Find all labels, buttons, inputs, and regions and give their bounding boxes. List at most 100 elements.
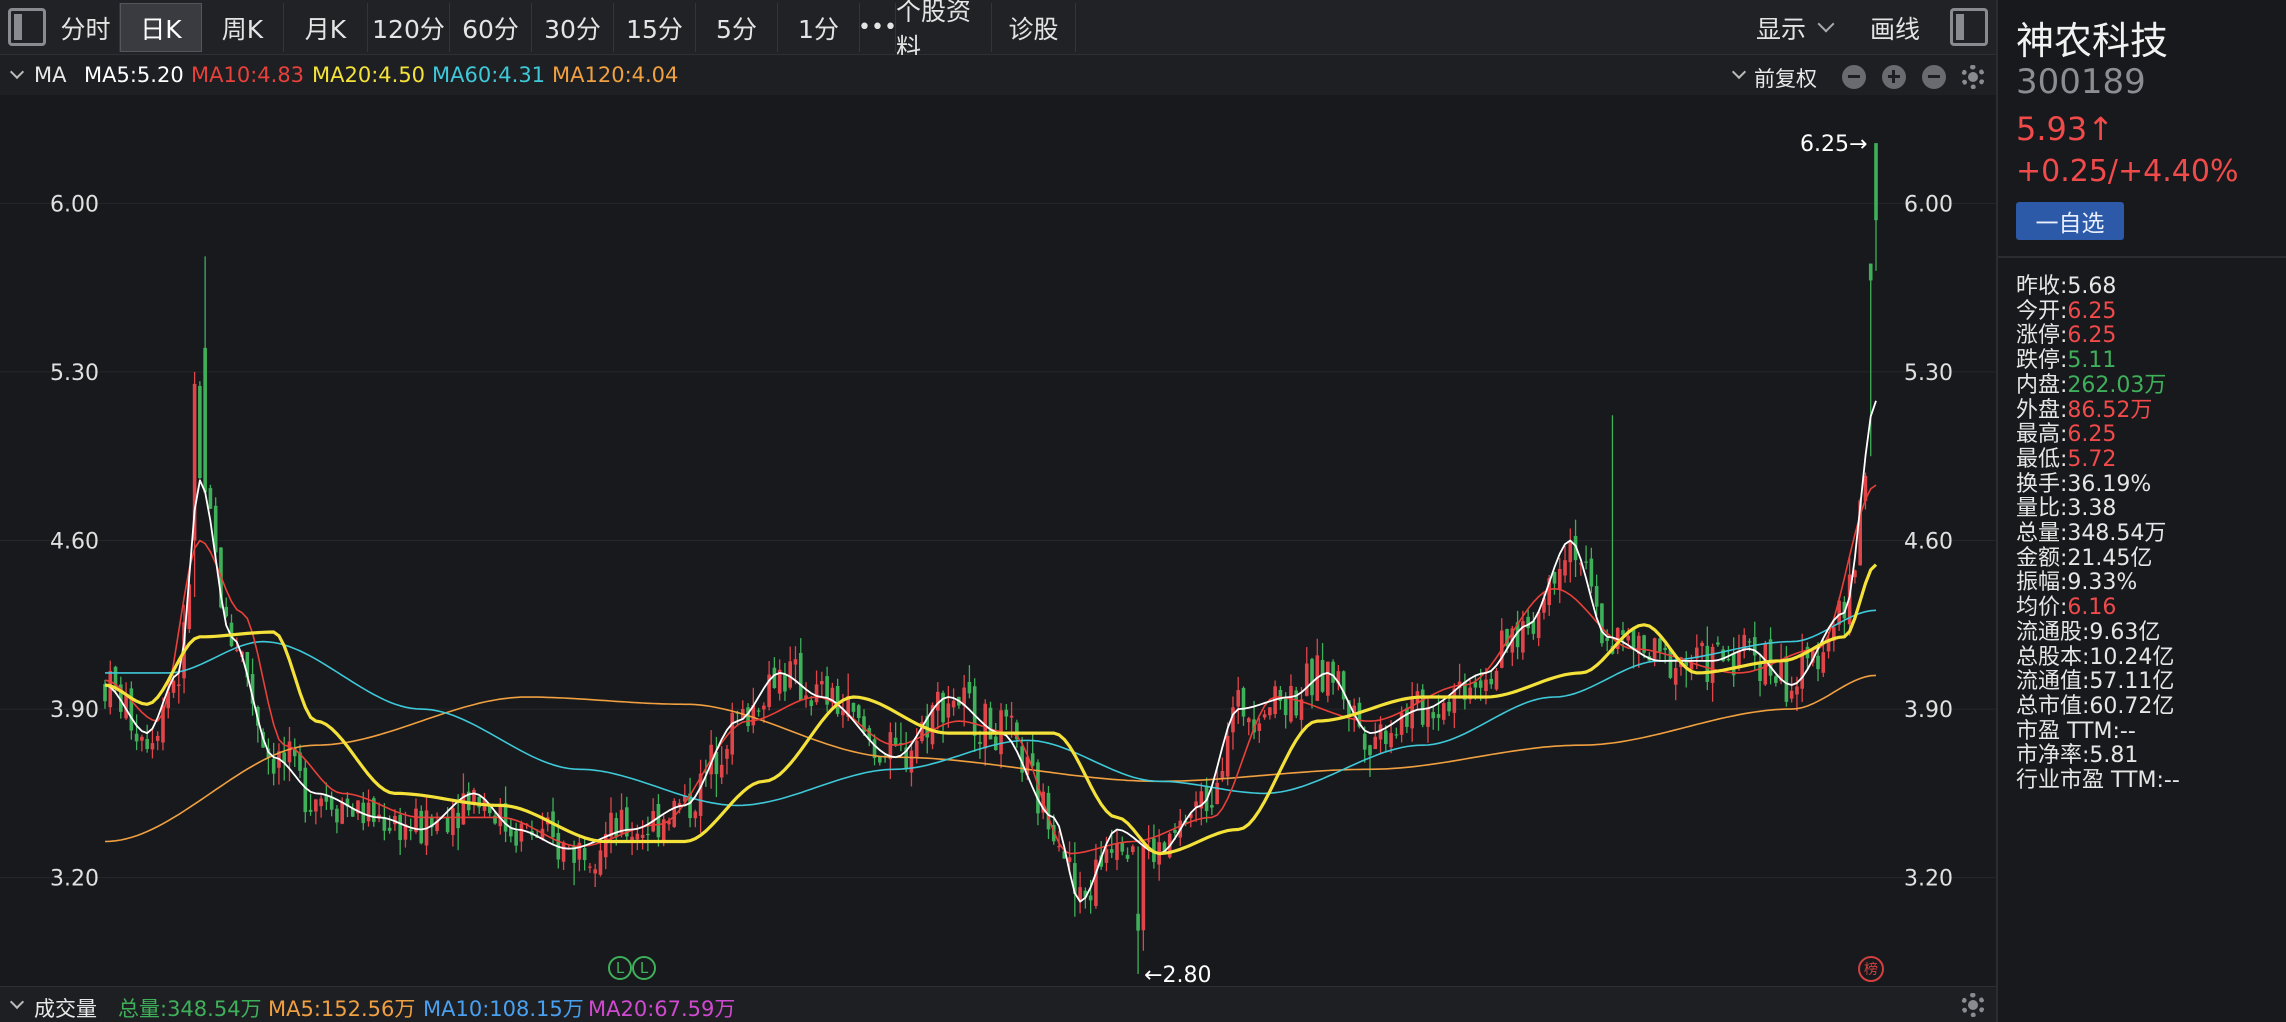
candle-body bbox=[593, 869, 597, 874]
candle-body bbox=[730, 712, 735, 755]
candle-body bbox=[946, 703, 951, 718]
tab-day-k[interactable]: 日K bbox=[120, 3, 202, 52]
candle-body bbox=[1331, 661, 1335, 683]
zoom-in-icon[interactable] bbox=[1882, 65, 1906, 89]
tab-5min[interactable]: 5分 bbox=[696, 3, 778, 52]
tab-fenshi[interactable]: 分时 bbox=[52, 3, 120, 52]
candle-body bbox=[1589, 558, 1594, 587]
candle-body bbox=[1094, 859, 1098, 906]
draw-line-button[interactable]: 画线 bbox=[1870, 3, 1920, 52]
display-dropdown[interactable]: 显示 bbox=[1756, 3, 1835, 52]
volume-total: 总量:348.54万 bbox=[118, 997, 262, 1021]
stat-row: 行业市盈 TTM:-- bbox=[2016, 762, 2180, 794]
candle-body bbox=[198, 385, 202, 479]
kline-chart[interactable]: 6.00 5.30 4.60 3.90 3.20 6.00 5.30 4.60 3.90 3.2… bbox=[0, 95, 1996, 986]
candle-body bbox=[1283, 698, 1288, 716]
candle-body bbox=[1784, 656, 1789, 702]
tab-120min[interactable]: 120分 bbox=[368, 3, 450, 52]
candle-body bbox=[1763, 643, 1768, 685]
candle-body bbox=[762, 705, 766, 710]
candle-body bbox=[1262, 714, 1267, 718]
volume-collapse-chevron-icon[interactable] bbox=[9, 994, 25, 1010]
candle-body bbox=[445, 817, 450, 833]
candle-body bbox=[472, 789, 476, 804]
ranking-badge[interactable]: 榜 bbox=[1858, 956, 1884, 982]
tab-30min[interactable]: 30分 bbox=[532, 3, 614, 52]
candle-body bbox=[150, 743, 155, 750]
candle-body bbox=[598, 850, 603, 875]
candle-body bbox=[1173, 829, 1177, 833]
candle-body bbox=[972, 686, 977, 736]
add-to-watchlist-button[interactable]: 一自选 bbox=[2016, 202, 2124, 240]
ma120-value: MA120:4.04 bbox=[552, 63, 679, 87]
candle-body bbox=[1326, 661, 1330, 696]
y-tick-label: 5.30 bbox=[1904, 361, 1953, 386]
candle-body bbox=[1795, 686, 1799, 695]
chevron-down-icon bbox=[1817, 15, 1835, 32]
price-change: +0.25/+4.40% bbox=[2016, 154, 2239, 189]
tab-60min[interactable]: 60分 bbox=[450, 3, 532, 52]
candle-body bbox=[1478, 680, 1483, 688]
tab-stock-profile[interactable]: 个股资料 bbox=[896, 0, 992, 62]
candle-body bbox=[134, 733, 139, 742]
candle-body bbox=[561, 842, 566, 862]
candle-body bbox=[814, 684, 819, 703]
candle-body bbox=[1009, 715, 1014, 718]
candle-body bbox=[1594, 586, 1599, 607]
display-label: 显示 bbox=[1756, 14, 1807, 44]
toggle-right-panel-icon[interactable] bbox=[1950, 8, 1988, 46]
candle-body bbox=[1700, 642, 1704, 647]
event-badge-l[interactable]: L bbox=[608, 956, 632, 980]
tab-diagnose[interactable]: 诊股 bbox=[992, 3, 1076, 52]
candle-body bbox=[319, 798, 323, 807]
candle-body bbox=[1125, 854, 1130, 859]
candle-body bbox=[329, 796, 334, 810]
more-tabs-button[interactable]: ••• bbox=[858, 3, 897, 52]
event-badge-l[interactable]: L bbox=[632, 956, 656, 980]
candle-body bbox=[725, 749, 729, 759]
candle-body bbox=[1473, 682, 1478, 688]
candle-body bbox=[303, 767, 308, 813]
current-price: 5.93↑ bbox=[2016, 110, 2115, 148]
candle-body bbox=[756, 710, 761, 712]
y-tick-label: 6.00 bbox=[1904, 192, 1953, 217]
candle-body bbox=[171, 680, 176, 693]
zoom-out-icon[interactable] bbox=[1842, 65, 1866, 89]
candle-body bbox=[1236, 690, 1241, 707]
candle-body bbox=[1310, 658, 1314, 696]
tab-month-k[interactable]: 月K bbox=[284, 3, 368, 52]
candle-body bbox=[271, 758, 276, 774]
stock-name: 神农科技 bbox=[2016, 19, 2169, 63]
y-tick-label: 3.90 bbox=[50, 698, 99, 723]
collapse-indicator-icon[interactable] bbox=[1922, 65, 1946, 89]
candle-body bbox=[1526, 616, 1530, 629]
stock-info-panel: 神农科技 300189 5.93↑ +0.25/+4.40% 一自选 昨收:5.… bbox=[1996, 0, 2286, 1022]
ma10-value: MA10:4.83 bbox=[191, 63, 305, 87]
candle-body bbox=[1868, 263, 1873, 281]
tab-week-k[interactable]: 周K bbox=[202, 3, 284, 52]
collapse-chevron-icon[interactable] bbox=[9, 64, 25, 80]
candle-body bbox=[1489, 678, 1494, 685]
toggle-left-panel-icon[interactable] bbox=[8, 8, 46, 46]
candle-body bbox=[1246, 718, 1251, 723]
candle-body bbox=[1131, 846, 1135, 853]
candle-body bbox=[1584, 561, 1588, 563]
candle-body bbox=[640, 834, 645, 838]
candle-body bbox=[1484, 679, 1488, 692]
tab-15min[interactable]: 15分 bbox=[614, 3, 696, 52]
candle-body bbox=[967, 681, 972, 694]
volume-settings-gear-icon[interactable] bbox=[1961, 993, 1985, 1017]
y-tick-label: 3.20 bbox=[1904, 867, 1953, 892]
candle-body bbox=[1658, 638, 1662, 652]
candle-body bbox=[993, 736, 998, 750]
adjust-mode-selector[interactable]: 前复权 bbox=[1754, 63, 1817, 93]
candle-body bbox=[793, 659, 798, 665]
settings-gear-icon[interactable] bbox=[1961, 65, 1985, 89]
candle-body bbox=[1115, 843, 1119, 860]
candle-body bbox=[340, 802, 344, 824]
adjust-chevron-icon[interactable] bbox=[1731, 64, 1747, 80]
candle-body bbox=[145, 738, 149, 749]
candle-body bbox=[1389, 733, 1393, 748]
candle-body bbox=[1821, 652, 1826, 673]
tab-1min[interactable]: 1分 bbox=[778, 3, 860, 52]
